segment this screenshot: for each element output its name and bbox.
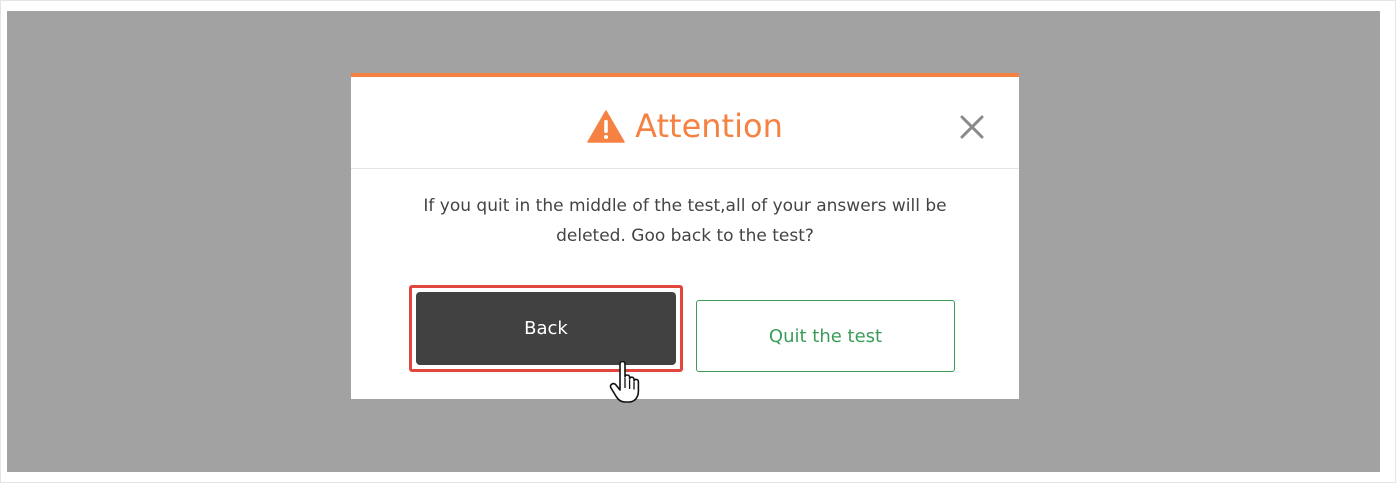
dialog-title-text: Attention [635, 107, 783, 145]
warning-triangle-icon [587, 109, 625, 143]
page-frame: Attention If you quit in the middle of t… [0, 0, 1396, 483]
hand-pointer-icon [609, 361, 640, 403]
dialog-message: If you quit in the middle of the test,al… [351, 191, 1019, 251]
back-button-highlight: Back [409, 285, 683, 372]
dialog-message-line2: deleted. Goo back to the test? [556, 226, 814, 246]
back-button[interactable]: Back [416, 292, 676, 365]
attention-dialog: Attention If you quit in the middle of t… [351, 73, 1019, 403]
dialog-header: Attention [351, 77, 1019, 169]
close-icon[interactable] [959, 114, 985, 140]
dialog-title: Attention [351, 106, 1019, 146]
quit-test-button[interactable]: Quit the test [696, 300, 955, 372]
dialog-message-line1: If you quit in the middle of the test,al… [423, 196, 947, 216]
